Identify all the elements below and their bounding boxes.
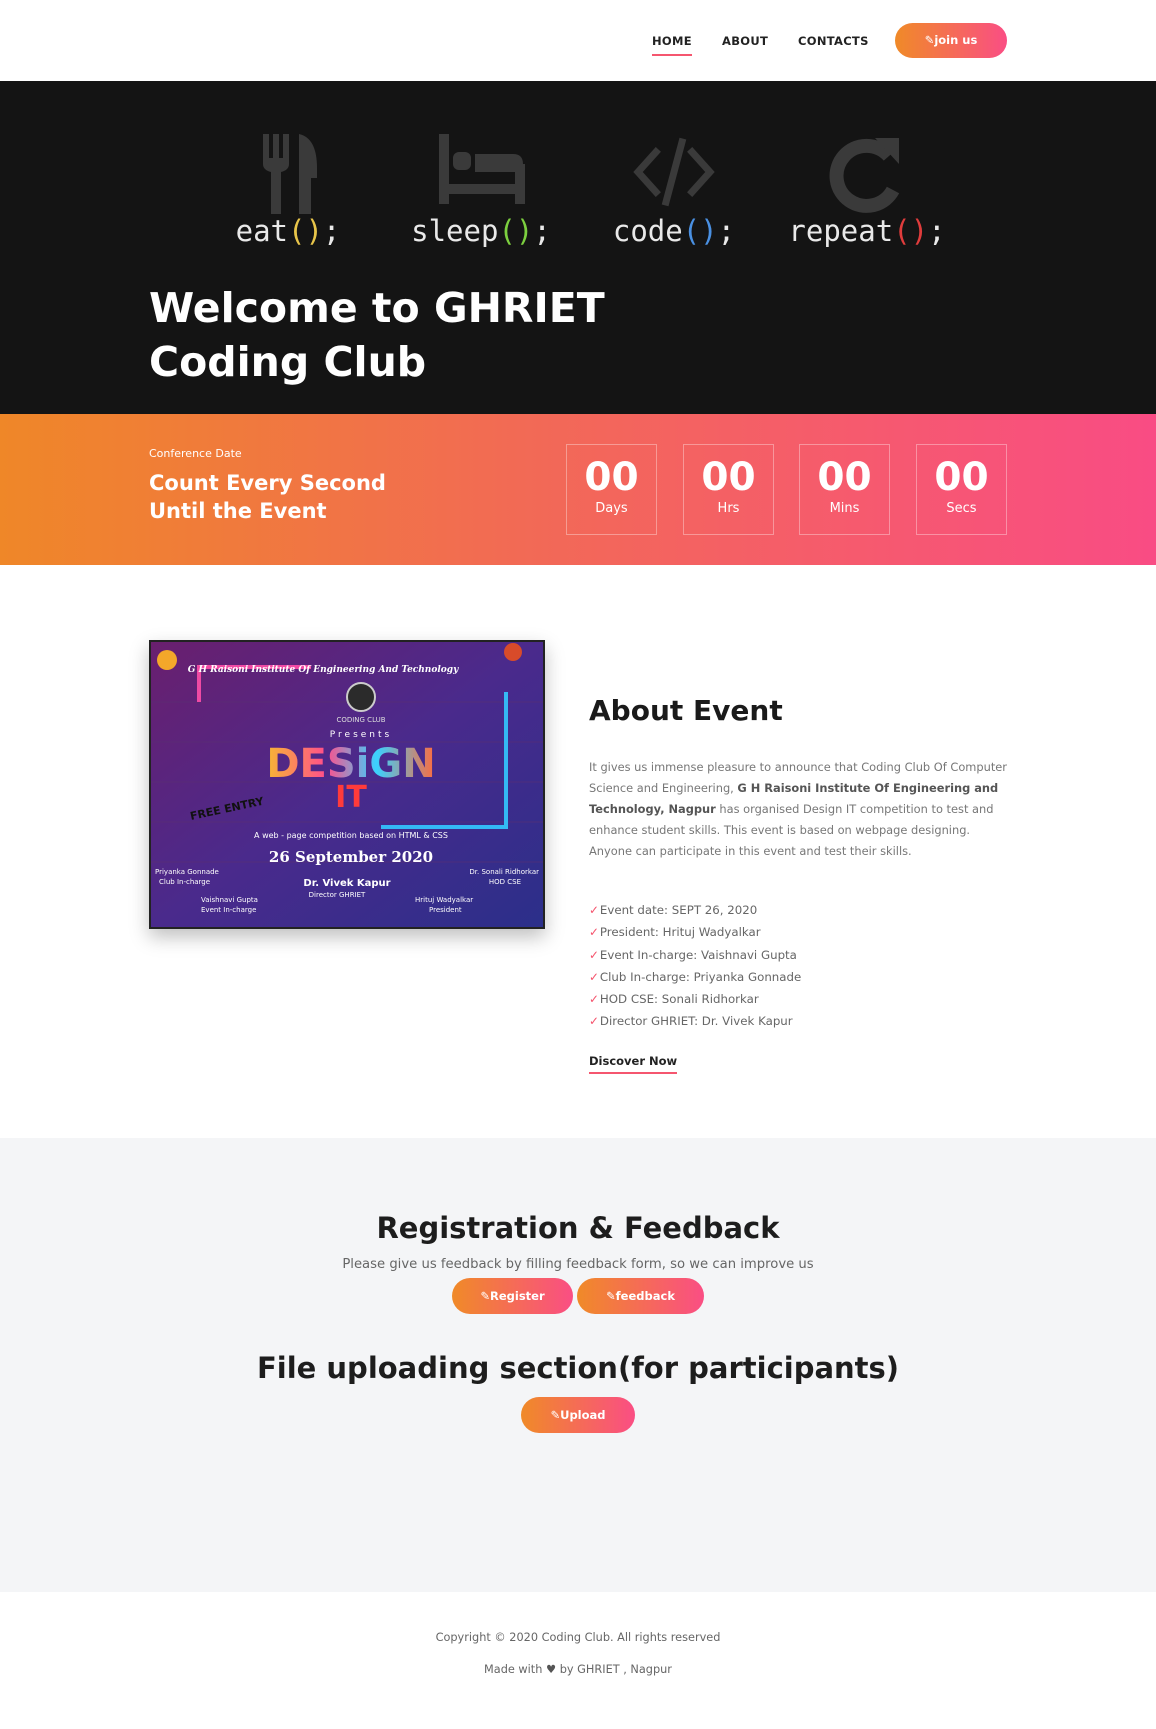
poster-club: CODING CLUB [336, 716, 385, 724]
motto-sleep: sleep(); [381, 134, 581, 248]
site-header: HOME ABOUT CONTACTS ✎join us [0, 0, 1156, 81]
motto-sleep-text: sleep(); [411, 214, 551, 248]
poster-institute: G H Raisoni Institute Of Engineering And… [188, 665, 459, 675]
countdown-title-line2: Until the Event [149, 499, 327, 523]
made-with-text: Made with ♥ by GHRIET , Nagpur [0, 1663, 1156, 1676]
poster-bl-role: Event In-charge [201, 906, 256, 914]
poster-left-role: Club In-charge [159, 878, 210, 886]
motto-code-text: code(); [612, 214, 736, 248]
motto-repeat-parens: () [893, 214, 929, 248]
countdown-title-line1: Count Every Second [149, 471, 386, 495]
event-details-list: ✓Event date: SEPT 26, 2020 ✓President: H… [589, 899, 801, 1033]
event-poster: G H Raisoni Institute Of Engineering And… [149, 640, 545, 929]
poster-center-role: Director GHRIET [309, 891, 366, 899]
check-icon: ✓ [589, 925, 599, 940]
discover-now-link[interactable]: Discover Now [589, 1054, 678, 1074]
poster-left-name: Priyanka Gonnade [155, 868, 219, 876]
code-icon [633, 137, 715, 207]
countdown-hours-label: Hrs [717, 501, 740, 516]
list-item: ✓Event date: SEPT 26, 2020 [589, 903, 758, 917]
about-event-description: It gives us immense pleasure to announce… [589, 757, 1009, 862]
redo-icon [829, 138, 900, 213]
coding-club-logo-icon [346, 682, 376, 712]
upload-label: Upload [560, 1408, 606, 1422]
poster-bl-name: Vaishnavi Gupta [201, 896, 258, 904]
check-icon: ✓ [589, 969, 599, 984]
countdown-mins-label: Mins [829, 501, 860, 516]
register-label: Register [489, 1289, 545, 1303]
check-icon: ✓ [589, 947, 599, 962]
poster-tagline: A web - page competition based on HTML &… [254, 831, 448, 840]
ticket-icon: ✎ [924, 33, 935, 47]
upload-button[interactable]: ✎Upload [521, 1397, 635, 1433]
register-button[interactable]: ✎Register [452, 1278, 573, 1314]
hero-title-line2: Coding Club [149, 338, 427, 386]
poster-right-role: HOD CSE [489, 878, 521, 886]
list-item: ✓HOD CSE: Sonali Ridhorkar [589, 992, 759, 1007]
list-item: ✓Club In-charge: Priyanka Gonnade [589, 969, 802, 984]
check-icon: ✓ [589, 903, 599, 917]
made-with-prefix: Made with [484, 1663, 543, 1676]
check-icon: ✓ [589, 992, 599, 1007]
motto-eat-text: eat(); [235, 214, 341, 248]
motto-eat: eat(); [188, 134, 388, 248]
motto-code-parens: () [682, 214, 718, 248]
list-item: ✓Event In-charge: Vaishnavi Gupta [589, 947, 797, 962]
ticket-icon: ✎ [550, 1408, 561, 1422]
poster-br-role: President [429, 906, 462, 914]
poster-center-name: Dr. Vivek Kapur [303, 878, 390, 889]
file-upload-title: File uploading section(for participants) [256, 1351, 900, 1385]
check-icon: ✓ [589, 1014, 599, 1029]
poster-right-name: Dr. Sonali Ridhorkar [469, 868, 539, 876]
nav-home[interactable]: HOME [652, 34, 692, 56]
countdown-hours: 00 Hrs [683, 444, 774, 535]
registration-title: Registration & Feedback [376, 1211, 780, 1245]
made-with-suffix: by GHRIET , Nagpur [559, 1663, 672, 1676]
list-item: ✓Director GHRIET: Dr. Vivek Kapur [589, 1014, 793, 1029]
nav-contacts[interactable]: CONTACTS [798, 34, 869, 48]
motto-repeat-text: repeat(); [788, 214, 946, 248]
countdown-days: 00 Days [566, 444, 657, 535]
countdown-days-label: Days [595, 501, 628, 516]
copyright-text: Copyright © 2020 Coding Club. All rights… [435, 1631, 721, 1644]
countdown-title: Count Every Second Until the Event [149, 469, 449, 525]
join-us-button[interactable]: ✎join us [895, 23, 1007, 58]
hero-title-line1: Welcome to GHRIET [149, 284, 605, 332]
hero-title: Welcome to GHRIET Coding Club [149, 281, 709, 389]
list-item: ✓President: Hrituj Wadyalkar [589, 925, 761, 940]
nav-about[interactable]: ABOUT [722, 34, 768, 48]
club-logo-icon [157, 650, 177, 670]
countdown-days-value: 00 [584, 455, 639, 500]
conference-date-label: Conference Date [149, 447, 242, 460]
poster-presents: Presents [330, 730, 392, 740]
bed-icon [439, 134, 525, 204]
poster-it: IT [335, 780, 367, 815]
poster-date: 26 September 2020 [269, 848, 433, 866]
countdown-secs-value: 00 [934, 455, 989, 500]
countdown-mins-value: 00 [817, 455, 872, 500]
feedback-label: feedback [615, 1289, 675, 1303]
heart-icon: ♥ [546, 1663, 557, 1676]
countdown-mins: 00 Mins [799, 444, 890, 535]
fork-knife-icon [263, 134, 317, 214]
join-us-label: join us [934, 33, 978, 47]
registration-subtitle: Please give us feedback by filling feedb… [342, 1257, 814, 1272]
ticket-icon: ✎ [480, 1289, 490, 1303]
college-logo-icon [504, 643, 522, 661]
ticket-icon: ✎ [606, 1289, 616, 1303]
event-poster-art: G H Raisoni Institute Of Engineering And… [151, 642, 543, 927]
motto-eat-parens: () [288, 214, 323, 248]
countdown-hours-value: 00 [701, 455, 756, 500]
countdown-secs: 00 Secs [916, 444, 1007, 535]
feedback-button[interactable]: ✎feedback [577, 1278, 704, 1314]
countdown-secs-label: Secs [946, 501, 977, 516]
motto-repeat: repeat(); [767, 134, 967, 248]
poster-br-name: Hrituj Wadyalkar [415, 896, 473, 904]
motto-code: code(); [574, 134, 774, 248]
about-event-title: About Event [589, 694, 783, 727]
motto-sleep-parens: () [498, 214, 534, 248]
